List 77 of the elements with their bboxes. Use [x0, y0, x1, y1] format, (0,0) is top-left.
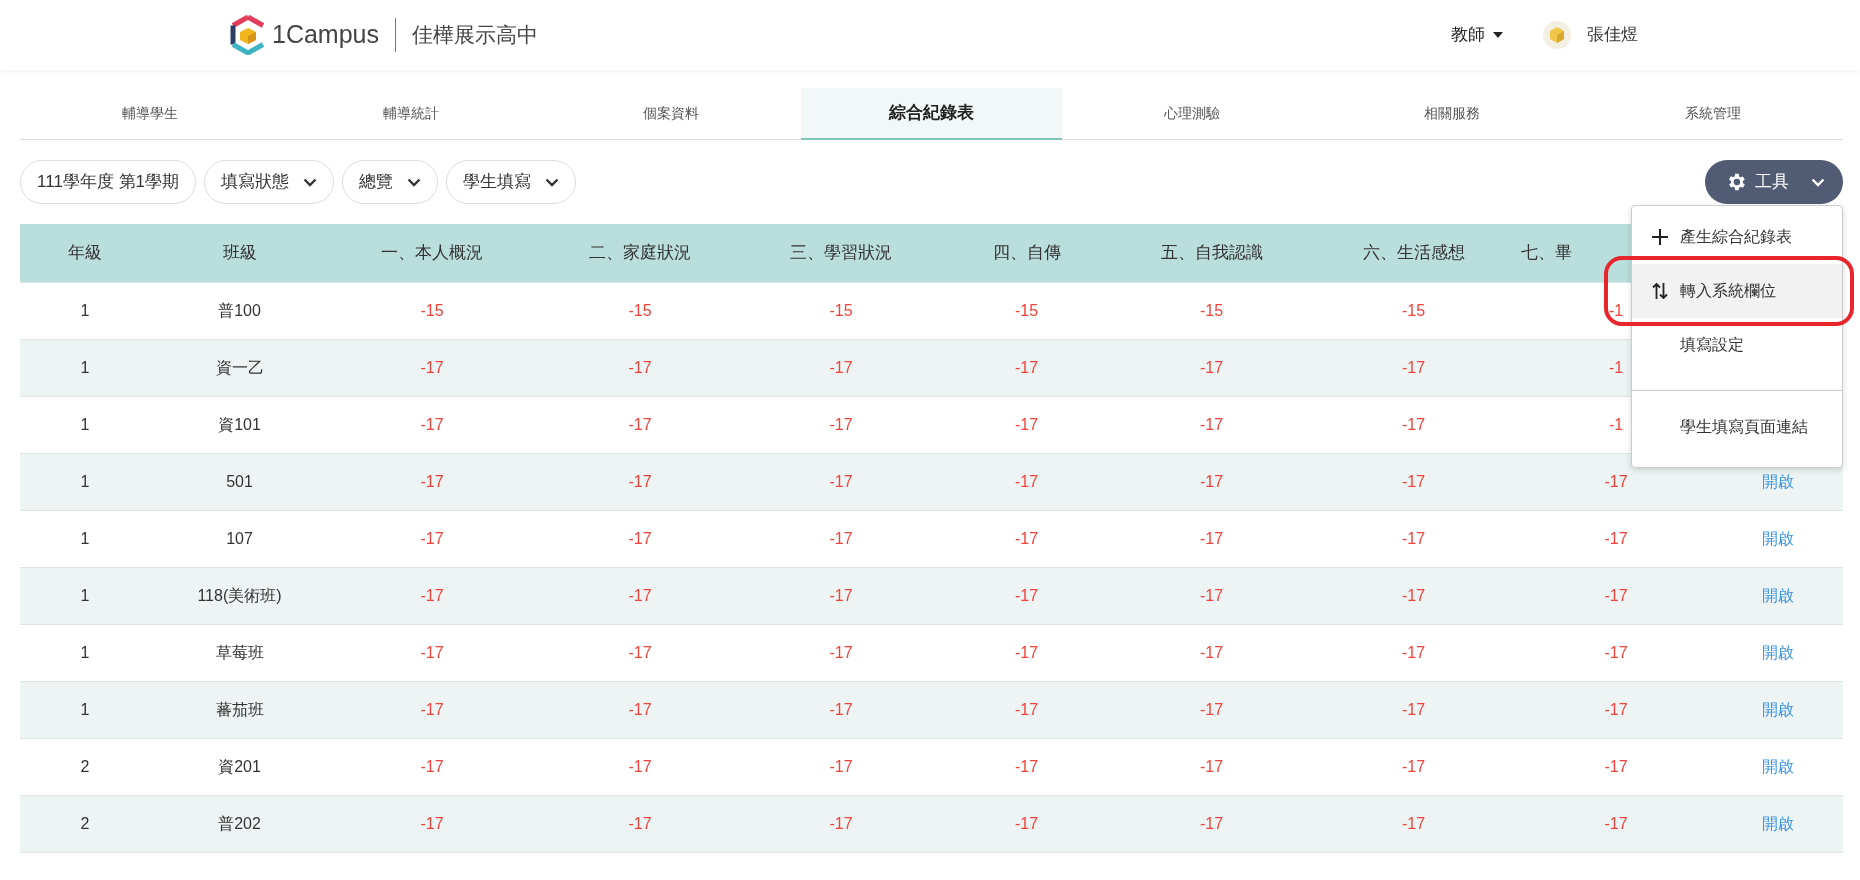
- score-cell: -17: [1520, 681, 1712, 738]
- column-header: 四、自傳: [937, 224, 1116, 282]
- avatar-icon: [1543, 21, 1571, 49]
- score-cell: -17: [1307, 339, 1520, 396]
- score-cell: -17: [329, 567, 535, 624]
- user-name: 張佳煜: [1587, 24, 1638, 47]
- swap-arrows-icon: [1652, 282, 1668, 300]
- plus-icon: [1652, 229, 1668, 245]
- nav-tab[interactable]: 系統管理: [1582, 88, 1843, 140]
- score-cell: -17: [745, 795, 937, 852]
- score-cell: -17: [745, 567, 937, 624]
- school-name: 佳樺展示高中: [395, 18, 538, 52]
- score-cell: -17: [1116, 339, 1307, 396]
- score-cell: -17: [535, 795, 745, 852]
- table-cell: 1: [20, 681, 150, 738]
- score-cell: -17: [1116, 567, 1307, 624]
- term-selector[interactable]: 111學年度 第1學期: [20, 160, 197, 204]
- nav-tab[interactable]: 綜合紀錄表: [801, 88, 1062, 140]
- score-cell: -17: [535, 339, 745, 396]
- score-cell: -17: [1307, 681, 1520, 738]
- menu-item[interactable]: 轉入系統欄位: [1632, 264, 1842, 318]
- nav-tab[interactable]: 個案資料: [540, 88, 802, 140]
- column-header: 班級: [150, 224, 329, 282]
- filter-dropdown[interactable]: 總覽: [342, 160, 439, 204]
- filter-dropdown[interactable]: 填寫狀態: [204, 160, 335, 204]
- column-header: 三、學習狀況: [745, 224, 937, 282]
- score-cell: -17: [535, 453, 745, 510]
- score-cell: -17: [1116, 681, 1307, 738]
- table-cell: 普202: [150, 795, 329, 852]
- table-cell: 1: [20, 453, 150, 510]
- table-cell: 2: [20, 795, 150, 852]
- filter-dropdown[interactable]: 學生填寫: [446, 160, 577, 204]
- score-cell: -17: [329, 453, 535, 510]
- column-header: 五、自我認識: [1116, 224, 1307, 282]
- score-cell: -17: [1116, 453, 1307, 510]
- score-cell: -17: [535, 681, 745, 738]
- score-cell: -17: [937, 795, 1116, 852]
- nav-tab[interactable]: 心理測驗: [1061, 88, 1323, 140]
- nav-tab[interactable]: 輔導統計: [280, 88, 541, 140]
- score-cell: -17: [1116, 795, 1307, 852]
- table-cell: 1: [20, 567, 150, 624]
- logo-icon: [230, 15, 266, 55]
- nav-tab[interactable]: 輔導學生: [20, 88, 281, 140]
- chevron-down-icon: [303, 177, 318, 187]
- table-cell: 501: [150, 453, 329, 510]
- chevron-down-icon: [545, 177, 560, 187]
- chevron-down-icon: [1811, 177, 1825, 187]
- score-cell: -17: [329, 795, 535, 852]
- score-cell: -17: [535, 567, 745, 624]
- caret-icon: [1493, 32, 1503, 38]
- score-cell: -17: [745, 681, 937, 738]
- score-cell: -17: [745, 339, 937, 396]
- column-header: 一、本人概況: [329, 224, 535, 282]
- table-cell: 蕃茄班: [150, 681, 329, 738]
- score-cell: -17: [937, 567, 1116, 624]
- score-cell: -17: [937, 681, 1116, 738]
- column-header: 年級: [20, 224, 150, 282]
- score-cell: -17: [1520, 567, 1712, 624]
- logo-text: 1Campus: [272, 19, 379, 51]
- score-cell: -17: [329, 681, 535, 738]
- score-cell: -17: [1520, 795, 1712, 852]
- score-cell: -17: [745, 453, 937, 510]
- score-cell: -17: [937, 339, 1116, 396]
- score-cell: -17: [1307, 567, 1520, 624]
- tools-button[interactable]: 工具: [1705, 160, 1843, 204]
- chevron-down-icon: [407, 177, 422, 187]
- column-header: 二、家庭狀況: [535, 224, 745, 282]
- table-cell: 1: [20, 339, 150, 396]
- score-cell: -17: [329, 339, 535, 396]
- nav-tab[interactable]: 相關服務: [1322, 88, 1583, 140]
- table-cell: 118(美術班): [150, 567, 329, 624]
- score-cell: -17: [1307, 795, 1520, 852]
- table-cell: 資一乙: [150, 339, 329, 396]
- score-cell: -17: [937, 453, 1116, 510]
- column-header: 六、生活感想: [1307, 224, 1520, 282]
- role-dropdown[interactable]: 教師: [1451, 22, 1503, 48]
- score-cell: -17: [1307, 453, 1520, 510]
